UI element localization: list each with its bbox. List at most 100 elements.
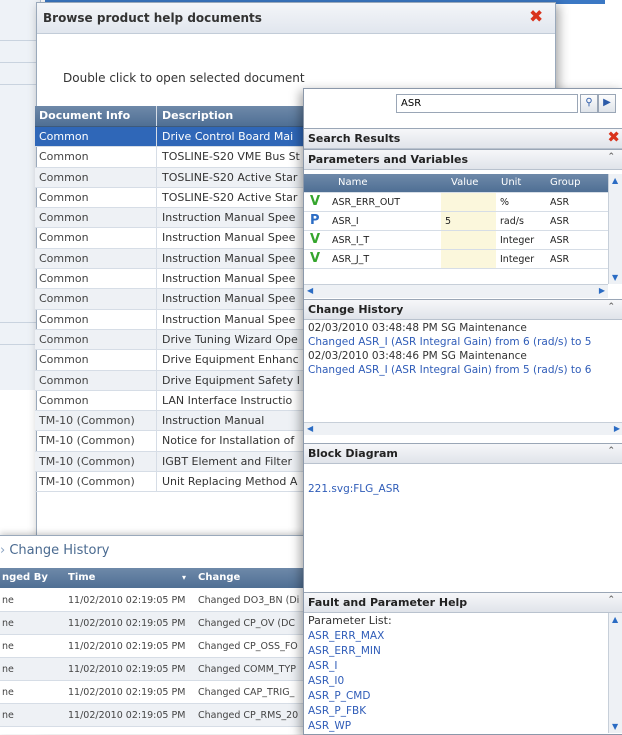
scroll-right-icon[interactable]: ▶: [599, 286, 605, 295]
collapse-icon[interactable]: ⌃: [607, 595, 615, 605]
time-cell: 11/02/2010 02:19:05 PM: [68, 664, 186, 675]
table-row[interactable]: Common TOSLINE-S20 Active Star: [35, 167, 309, 188]
table-row[interactable]: ne 11/02/2010 02:19:05 PM Changed CP_OSS_F…: [0, 635, 310, 658]
param-unit: %: [500, 197, 510, 208]
history-hscrollbar[interactable]: ◀ ▶: [304, 422, 622, 435]
table-row[interactable]: Common Instruction Manual Spee: [35, 269, 309, 290]
divider: [0, 62, 40, 63]
parameter-link[interactable]: ASR_ERR_MAX: [308, 630, 384, 642]
parameter-link[interactable]: ASR_P_CMD: [308, 690, 370, 702]
help-side-panel: ⚲ ▶ Search Results ✖ Parameters and Vari…: [303, 88, 622, 735]
table-row[interactable]: Common TOSLINE-S20 Active Star: [35, 187, 309, 209]
block-diagram-link[interactable]: 221.svg:FLG_ASR: [308, 483, 400, 495]
column-header-group[interactable]: Group: [550, 177, 580, 188]
changed-by-cell: ne: [2, 618, 14, 629]
table-row[interactable]: V ASR_J_T Integer ASR: [304, 250, 608, 269]
column-header-value[interactable]: Value: [451, 177, 478, 188]
param-value[interactable]: 5: [445, 216, 451, 227]
scroll-up-icon[interactable]: ▲: [612, 176, 618, 185]
table-row[interactable]: TM-10 (Common) Instruction Manual: [35, 411, 309, 432]
column-header-changed-by[interactable]: nged By: [2, 572, 48, 583]
scroll-right-icon[interactable]: ▶: [614, 424, 620, 433]
collapse-icon[interactable]: ⌃: [607, 446, 615, 456]
scroll-up-icon[interactable]: ▲: [612, 615, 618, 624]
table-row[interactable]: ne 11/02/2010 02:19:05 PM Changed DO3_BN (…: [0, 589, 310, 612]
search-box: [396, 94, 578, 113]
parameters-title: Parameters and Variables: [308, 153, 469, 166]
collapse-icon[interactable]: ⌃: [607, 302, 615, 312]
change-cell: Changed CAP_TRIG_: [198, 687, 295, 698]
table-row[interactable]: ne 11/02/2010 02:19:05 PM Changed CP_RMS_2…: [0, 704, 310, 727]
scroll-left-icon[interactable]: ◀: [307, 424, 313, 433]
close-icon[interactable]: ✖: [529, 9, 543, 26]
param-unit: rad/s: [500, 216, 524, 227]
scroll-down-icon[interactable]: ▼: [612, 273, 618, 282]
search-results-title: Search Results: [308, 132, 401, 145]
table-row[interactable]: ne 11/02/2010 02:19:05 PM Changed CAP_TRIG…: [0, 681, 310, 704]
parameter-list-label: Parameter List:: [308, 614, 392, 627]
collapse-icon[interactable]: ⌃: [607, 152, 615, 162]
table-row[interactable]: TM-10 (Common) Notice for Installation of: [35, 431, 309, 452]
changed-by-cell: ne: [2, 687, 14, 698]
table-row[interactable]: TM-10 (Common) Unit Replacing Method A: [35, 472, 309, 493]
search-input[interactable]: [397, 95, 577, 112]
fault-help-title: Fault and Parameter Help: [308, 596, 468, 609]
document-info-cell: Common: [35, 127, 157, 147]
column-header-description[interactable]: Description: [158, 106, 309, 126]
table-row[interactable]: Common Drive Control Board Mai: [35, 127, 309, 148]
parameter-link[interactable]: ASR_WP: [308, 720, 351, 732]
scroll-down-icon[interactable]: ▼: [612, 722, 618, 731]
column-header-name[interactable]: Name: [338, 177, 368, 188]
play-icon[interactable]: ▶: [598, 94, 616, 113]
fault-help-header[interactable]: Fault and Parameter Help ⌃: [304, 592, 622, 613]
parameters-hscrollbar[interactable]: ◀ ▶: [304, 284, 608, 298]
change-history-section-header[interactable]: Change History ⌃: [304, 299, 622, 320]
column-header-time[interactable]: Time: [68, 572, 95, 583]
table-row[interactable]: Common Instruction Manual Spee: [35, 289, 309, 310]
history-entry-header: 02/03/2010 03:48:46 PM SG Maintenance: [308, 350, 527, 362]
table-row[interactable]: P ASR_I 5 rad/s ASR: [304, 212, 608, 231]
document-info-cell: Common: [35, 390, 157, 411]
table-row[interactable]: Common TOSLINE-S20 VME Bus St: [35, 147, 309, 168]
param-name: ASR_I_T: [332, 235, 370, 246]
table-row[interactable]: Common Instruction Manual Spee: [35, 309, 309, 330]
close-icon[interactable]: ✖: [607, 129, 620, 146]
search-results-header: Search Results ✖: [304, 128, 622, 149]
parameter-link[interactable]: ASR_ERR_MIN: [308, 645, 381, 657]
param-unit: Integer: [500, 235, 535, 246]
parameters-scrollbar[interactable]: ▲ ▼: [608, 174, 622, 284]
param-name: ASR_ERR_OUT: [332, 197, 401, 208]
description-cell: Instruction Manual Spee: [162, 231, 296, 245]
column-header-change[interactable]: Change: [198, 572, 240, 583]
table-row[interactable]: Common Drive Equipment Safety I: [35, 370, 309, 391]
description-cell: LAN Interface Instructio: [162, 393, 293, 407]
table-row[interactable]: Common LAN Interface Instructio: [35, 390, 309, 412]
table-row[interactable]: TM-10 (Common) IGBT Element and Filter: [35, 451, 309, 473]
table-row[interactable]: ne 11/02/2010 02:19:05 PM Changed CP_OV (D…: [0, 612, 310, 635]
sort-down-icon[interactable]: ▾: [182, 573, 186, 582]
block-diagram-header[interactable]: Block Diagram ⌃: [304, 443, 622, 464]
table-row[interactable]: V ASR_ERR_OUT% ASR: [304, 193, 608, 212]
parameter-link[interactable]: ASR_I: [308, 660, 338, 672]
table-row[interactable]: Common Drive Tuning Wizard Ope: [35, 329, 309, 351]
table-row[interactable]: Common Drive Equipment Enhanc: [35, 350, 309, 371]
document-info-cell: Common: [35, 167, 157, 187]
parameter-link[interactable]: ASR_I0: [308, 675, 344, 687]
scroll-left-icon[interactable]: ◀: [307, 286, 313, 295]
description-cell: Instruction Manual: [162, 414, 265, 428]
time-cell: 11/02/2010 02:19:05 PM: [68, 618, 186, 629]
table-row[interactable]: Common Instruction Manual Spee: [35, 228, 309, 249]
search-icon[interactable]: ⚲: [580, 94, 598, 113]
table-row[interactable]: Common Instruction Manual Spee: [35, 248, 309, 270]
table-row[interactable]: V ASR_I_T Integer ASR: [304, 231, 608, 250]
parameter-link[interactable]: ASR_P_FBK: [308, 705, 366, 717]
change-history-window: › Change History nged By Time ▾ Change n…: [0, 535, 310, 734]
fault-help-scrollbar[interactable]: ▲ ▼: [608, 613, 622, 733]
column-header-document-info[interactable]: Document Info: [35, 106, 157, 126]
table-row[interactable]: Common Instruction Manual Spee: [35, 208, 309, 229]
document-info-cell: Common: [35, 329, 157, 350]
table-row[interactable]: ne 11/02/2010 02:19:05 PM Changed COMM_TYP: [0, 658, 310, 681]
description-cell: Drive Equipment Enhanc: [162, 353, 299, 367]
parameters-header[interactable]: Parameters and Variables ⌃: [304, 149, 622, 170]
column-header-unit[interactable]: Unit: [501, 177, 521, 188]
